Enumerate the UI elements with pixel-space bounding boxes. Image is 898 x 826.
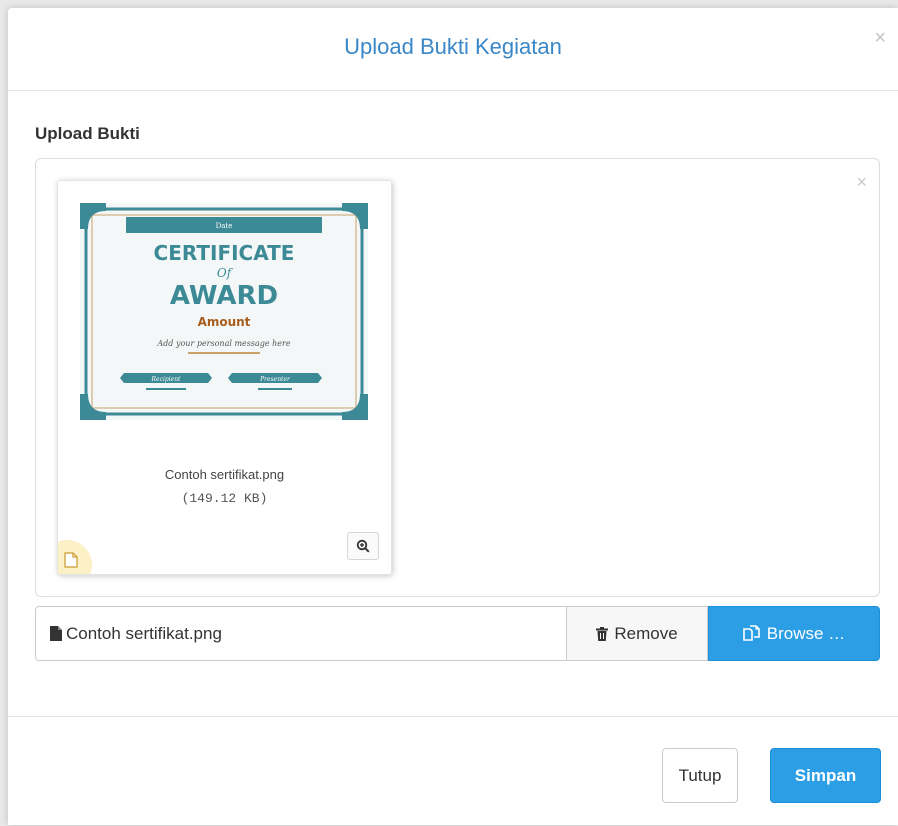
browse-label: Browse … <box>766 623 846 643</box>
cert-presenter: Presenter <box>259 376 291 383</box>
thumbnail-file-size: (149.12 KB) <box>181 491 268 506</box>
cert-message: Add your personal message here <box>156 339 290 348</box>
trash-icon <box>596 626 609 641</box>
cert-recipient: Recipient <box>151 376 182 383</box>
browse-button[interactable]: Browse … <box>708 606 880 661</box>
preview-clear-icon[interactable]: × <box>856 173 867 191</box>
modal-title: Upload Bukti Kegiatan <box>344 34 562 59</box>
save-button[interactable]: Simpan <box>770 748 881 803</box>
cert-title-line3: AWARD <box>170 281 278 311</box>
file-preview-panel: × Date CERTIFICATE Of AWARD Amount Add y… <box>35 158 880 597</box>
close-button[interactable]: Tutup <box>662 748 738 803</box>
cert-title-line1: CERTIFICATE <box>154 241 295 265</box>
zoom-button[interactable] <box>347 532 379 560</box>
upload-field-label: Upload Bukti <box>35 124 140 143</box>
certificate-image: Date CERTIFICATE Of AWARD Amount Add you… <box>80 203 368 420</box>
file-thumbnail-card: Date CERTIFICATE Of AWARD Amount Add you… <box>57 180 392 575</box>
modal-close-icon[interactable]: × <box>874 28 886 48</box>
modal-footer: Tutup Simpan <box>8 716 898 826</box>
zoom-in-icon <box>356 539 370 553</box>
remove-button[interactable]: Remove <box>567 606 708 661</box>
remove-label: Remove <box>614 623 678 643</box>
cert-amount: Amount <box>198 315 251 329</box>
file-icon <box>64 552 78 568</box>
file-caption-text: Contoh sertifikat.png <box>66 623 222 643</box>
copy-files-icon <box>742 625 761 642</box>
cert-date: Date <box>216 222 233 230</box>
file-icon <box>50 626 62 641</box>
upload-modal: Upload Bukti Kegiatan × Upload Bukti × D… <box>8 8 898 825</box>
file-input-group: Contoh sertifikat.png Remove Browse … <box>35 606 880 663</box>
modal-header: Upload Bukti Kegiatan × <box>8 8 898 91</box>
file-caption-field[interactable]: Contoh sertifikat.png <box>35 606 567 661</box>
thumbnail-file-name: Contoh sertifikat.png <box>164 467 285 482</box>
